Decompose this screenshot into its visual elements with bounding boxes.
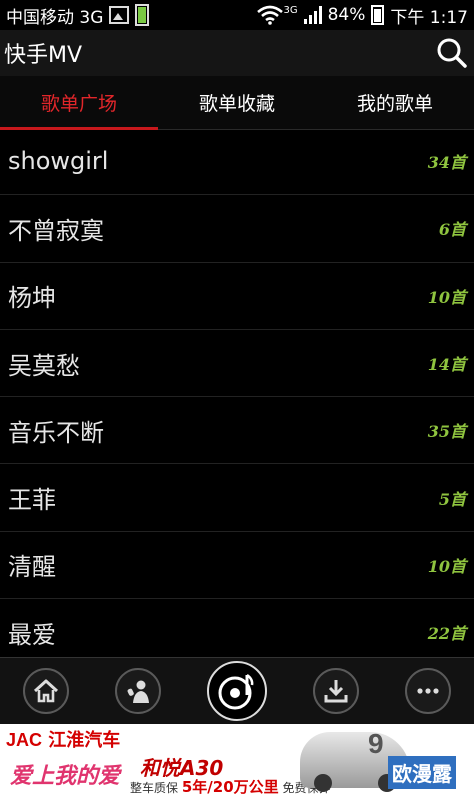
ad-banner[interactable]: JAC 江淮汽车 爱上我的爱 和悦A30 整车质保 5年/20万公里 免费保养 … — [0, 724, 474, 794]
clock: 下午 1:17 — [390, 7, 468, 28]
playlist-name: 王菲 — [8, 486, 56, 515]
nav-home-button[interactable] — [23, 668, 69, 714]
music-disc-icon — [218, 673, 254, 710]
ad-brand: JAC 江淮汽车 — [6, 730, 121, 751]
playlist-name: 清醒 — [8, 553, 56, 582]
ad-slogan: 爱上我的爱 — [10, 764, 121, 789]
playlist-name: 音乐不断 — [8, 418, 104, 447]
list-item[interactable]: 清醒 10首 — [0, 532, 474, 600]
wifi-icon — [257, 5, 284, 25]
image-notification-icon — [109, 6, 130, 24]
tab-my-playlists[interactable]: 我的歌单 — [316, 76, 474, 129]
playlist-name: 不曾寂寞 — [8, 216, 104, 245]
bottom-nav — [0, 657, 474, 724]
search-button[interactable] — [434, 35, 470, 71]
song-count: 34首 — [427, 153, 466, 173]
list-item[interactable]: 吴莫愁 14首 — [0, 330, 474, 398]
song-count: 22首 — [427, 624, 466, 644]
playlist-name: 吴莫愁 — [8, 351, 80, 380]
nav-music-button[interactable] — [207, 661, 267, 721]
status-bar: 中国移动 3G 3G 84% 下午 1:17 — [0, 0, 474, 30]
nav-singer-button[interactable] — [115, 668, 161, 714]
list-item[interactable]: 音乐不断 35首 — [0, 397, 474, 465]
playlist-list: showgirl 34首 不曾寂寞 6首 杨坤 10首 吴莫愁 14首 音乐不断… — [0, 128, 474, 667]
search-icon — [437, 38, 467, 68]
list-item[interactable]: showgirl 34首 — [0, 128, 474, 196]
signal-strength-icon — [303, 6, 322, 24]
list-item[interactable]: 王菲 5首 — [0, 464, 474, 532]
song-count: 35首 — [427, 422, 466, 442]
app-header: 快手MV — [0, 30, 474, 76]
watermark: 9 欧漫露 — [368, 728, 468, 790]
nav-download-button[interactable] — [313, 668, 359, 714]
song-count: 14首 — [427, 355, 466, 375]
song-count: 6首 — [438, 220, 466, 240]
home-icon — [33, 679, 59, 703]
tab-playlist-square[interactable]: 歌单广场 — [0, 76, 158, 130]
playlist-name: showgirl — [8, 147, 109, 176]
tab-playlist-favorites[interactable]: 歌单收藏 — [158, 76, 316, 129]
download-icon — [324, 680, 348, 703]
battery-icon — [371, 5, 385, 25]
nav-more-button[interactable] — [405, 668, 451, 714]
page-title: 快手MV — [4, 43, 83, 68]
network-type-label: 3G — [283, 4, 298, 16]
playlist-name: 最爱 — [8, 620, 56, 649]
tab-bar: 歌单广场 歌单收藏 我的歌单 — [0, 76, 474, 130]
song-count: 10首 — [427, 556, 466, 576]
battery-percent: 84% — [327, 5, 366, 25]
more-icon — [417, 688, 439, 694]
carrier-label: 中国移动 3G — [6, 7, 104, 28]
battery-charging-icon — [135, 4, 150, 26]
singer-icon — [127, 680, 149, 703]
list-item[interactable]: 不曾寂寞 6首 — [0, 195, 474, 263]
song-count: 10首 — [427, 287, 466, 307]
song-count: 5首 — [438, 489, 466, 509]
list-item[interactable]: 杨坤 10首 — [0, 263, 474, 330]
playlist-name: 杨坤 — [8, 284, 56, 313]
